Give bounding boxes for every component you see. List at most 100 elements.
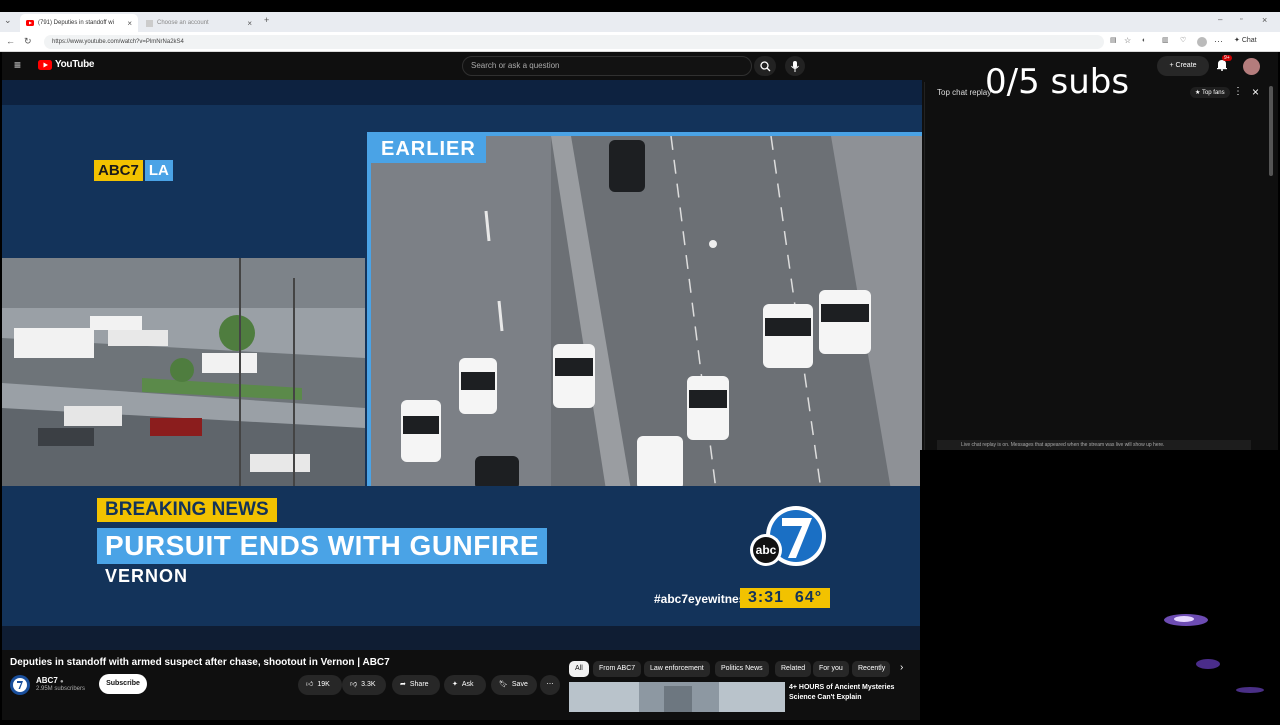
news-location: VERNON [105,566,189,586]
share-arrow-icon: ➦ [400,681,406,688]
chat-more-icon[interactable]: ⋮ [1233,86,1243,97]
video-title: Deputies in standoff with armed suspect … [10,657,390,668]
channel-name-text: ABC7 [36,676,58,685]
browser-tab-account[interactable]: Choose an account × [140,14,258,32]
split-screen-icon[interactable]: ▥ [1162,35,1169,47]
subscribe-button[interactable]: Subscribe [99,674,147,694]
google-favicon-icon [146,19,153,27]
dislike-count: 3.3K [361,681,376,688]
profile-avatar-icon[interactable] [1197,37,1207,47]
close-tab-icon[interactable]: × [247,19,252,28]
time-temp-bug: 3:31 64° [740,588,831,608]
extension-icon[interactable]: ◐ [1142,35,1146,47]
share-label: Share [409,681,429,688]
chat-label: Chat [1241,37,1257,44]
verified-check-icon: ● [60,679,64,685]
recommendation-thumbnail[interactable] [569,682,785,712]
broadcast-temperature: 64° [794,589,823,606]
svg-text:abc: abc [756,543,777,557]
create-button[interactable]: + Create [1157,56,1209,76]
video-bottom-band [2,626,922,650]
notification-badge: 9+ [1222,55,1232,61]
news-lower-third: BREAKING NEWS PURSUIT ENDS WITH GUNFIRE … [2,486,922,626]
sparkle-icon: ✦ [452,681,458,688]
user-avatar[interactable] [1243,58,1260,75]
news-headline: PURSUIT ENDS WITH GUNFIRE [97,528,548,564]
chat-close-icon[interactable]: × [1252,85,1259,99]
live-aerial-feed [2,258,365,486]
close-tab-icon[interactable]: × [127,19,132,28]
notifications-button[interactable]: 9+ [1216,55,1232,76]
save-label: Save [511,681,528,688]
address-bar[interactable]: https://www.youtube.com/watch?v=PlmNrNa2… [44,35,1104,49]
live-chat-panel: Top chat replay ★ Top fans ⋮ × Live chat… [924,82,1274,450]
top-fans-label: Top fans [1201,90,1225,96]
top-black-strip [0,0,1280,12]
video-top-band [2,80,922,105]
top-fans-chip[interactable]: ★ Top fans [1190,87,1230,98]
bookmark-icon: 🔖︎ [499,681,508,688]
browser-address-row: ← ↻ https://www.youtube.com/watch?v=PlmN… [0,32,1280,52]
share-button[interactable]: ➦ Share [392,675,440,695]
youtube-logo-text: YouTube [55,59,95,70]
search-button[interactable] [754,56,776,76]
video-player[interactable]: ABC7 LA EARLIER BREAKING NEWS PURSUIT EN… [2,80,922,650]
chip-from-abc7[interactable]: From ABC7 [593,661,642,677]
chip-recently[interactable]: Recently [852,661,890,677]
minimize-icon[interactable]: – [1218,14,1222,26]
breaking-news-label: BREAKING NEWS [97,498,277,522]
chat-scrollbar[interactable] [1269,86,1273,176]
recommendation-title[interactable]: 4+ HOURS of Ancient Mysteries Science Ca… [789,683,919,703]
youtube-logo[interactable]: YouTube [38,59,95,70]
earlier-label: EARLIER [371,136,486,163]
hamburger-menu-icon[interactable]: ≡ [14,58,21,72]
copilot-chat-button[interactable]: ✦ Chat [1234,35,1257,47]
chip-for-you[interactable]: For you [813,661,849,677]
tab-list-chevron-icon[interactable]: ⌄ [4,14,12,26]
thumbs-down-icon: 👎︎ [350,681,358,688]
recommendation-thumbnail-art [569,682,785,712]
dislike-button[interactable]: 👎︎ 3.3K [342,675,386,695]
save-button[interactable]: 🔖︎ Save [491,675,537,695]
subscriber-count: 2.95M subscribers [36,686,86,692]
station-tag: ABC7 [94,160,143,181]
channel-name[interactable]: ABC7 ● [36,676,64,685]
chip-related[interactable]: Related [775,661,812,677]
window-close-icon[interactable]: × [1262,14,1267,26]
webcam-overlay [920,450,1280,720]
hashtag: #abc7eyewitness [654,592,753,606]
earlier-aerial-feed: EARLIER [367,132,922,486]
microphone-icon [791,60,799,72]
abc7-logo-icon: abc [750,506,826,566]
station-bug: ABC7 LA [94,160,173,181]
more-actions-button[interactable]: ⋯ [540,675,560,695]
station-city: LA [144,160,173,181]
favorite-star-icon[interactable]: ☆ [1124,35,1131,47]
chip-law-enforcement[interactable]: Law enforcement [644,661,710,677]
browser-tab-bar: ⌄ (791) Deputies in standoff wi × Choose… [0,12,1280,32]
thumbs-up-icon: 👍︎ [306,681,314,688]
reload-icon[interactable]: ↻ [24,35,32,47]
webcam-light-glow [1164,614,1264,693]
chat-replay-banner: Live chat replay is on. Messages that ap… [937,440,1251,450]
chat-title[interactable]: Top chat replay [937,88,991,97]
like-button[interactable]: 👍︎ 19K [298,675,342,695]
voice-search-button[interactable] [785,56,805,76]
chips-next-chevron-icon[interactable]: › [900,662,903,673]
chip-politics-news[interactable]: Politics News [715,661,769,677]
back-icon[interactable]: ← [6,35,15,47]
restore-icon[interactable]: ▫ [1240,14,1242,26]
channel-avatar[interactable] [10,675,30,695]
search-input[interactable]: Search or ask a question [462,56,752,76]
ask-label: Ask [461,681,474,688]
like-count: 19K [317,681,330,688]
more-menu-icon[interactable]: ⋯ [1214,35,1223,47]
search-icon [759,60,770,71]
browser-tab-youtube[interactable]: (791) Deputies in standoff wi × [20,14,138,32]
new-tab-icon[interactable]: + [264,14,269,26]
more-dots-icon: ⋯ [546,681,554,688]
collections-icon[interactable]: ♡ [1180,35,1186,47]
ask-button[interactable]: ✦ Ask [444,675,486,695]
chip-all[interactable]: All [569,661,589,677]
reader-icon[interactable]: ▤ [1110,35,1117,47]
